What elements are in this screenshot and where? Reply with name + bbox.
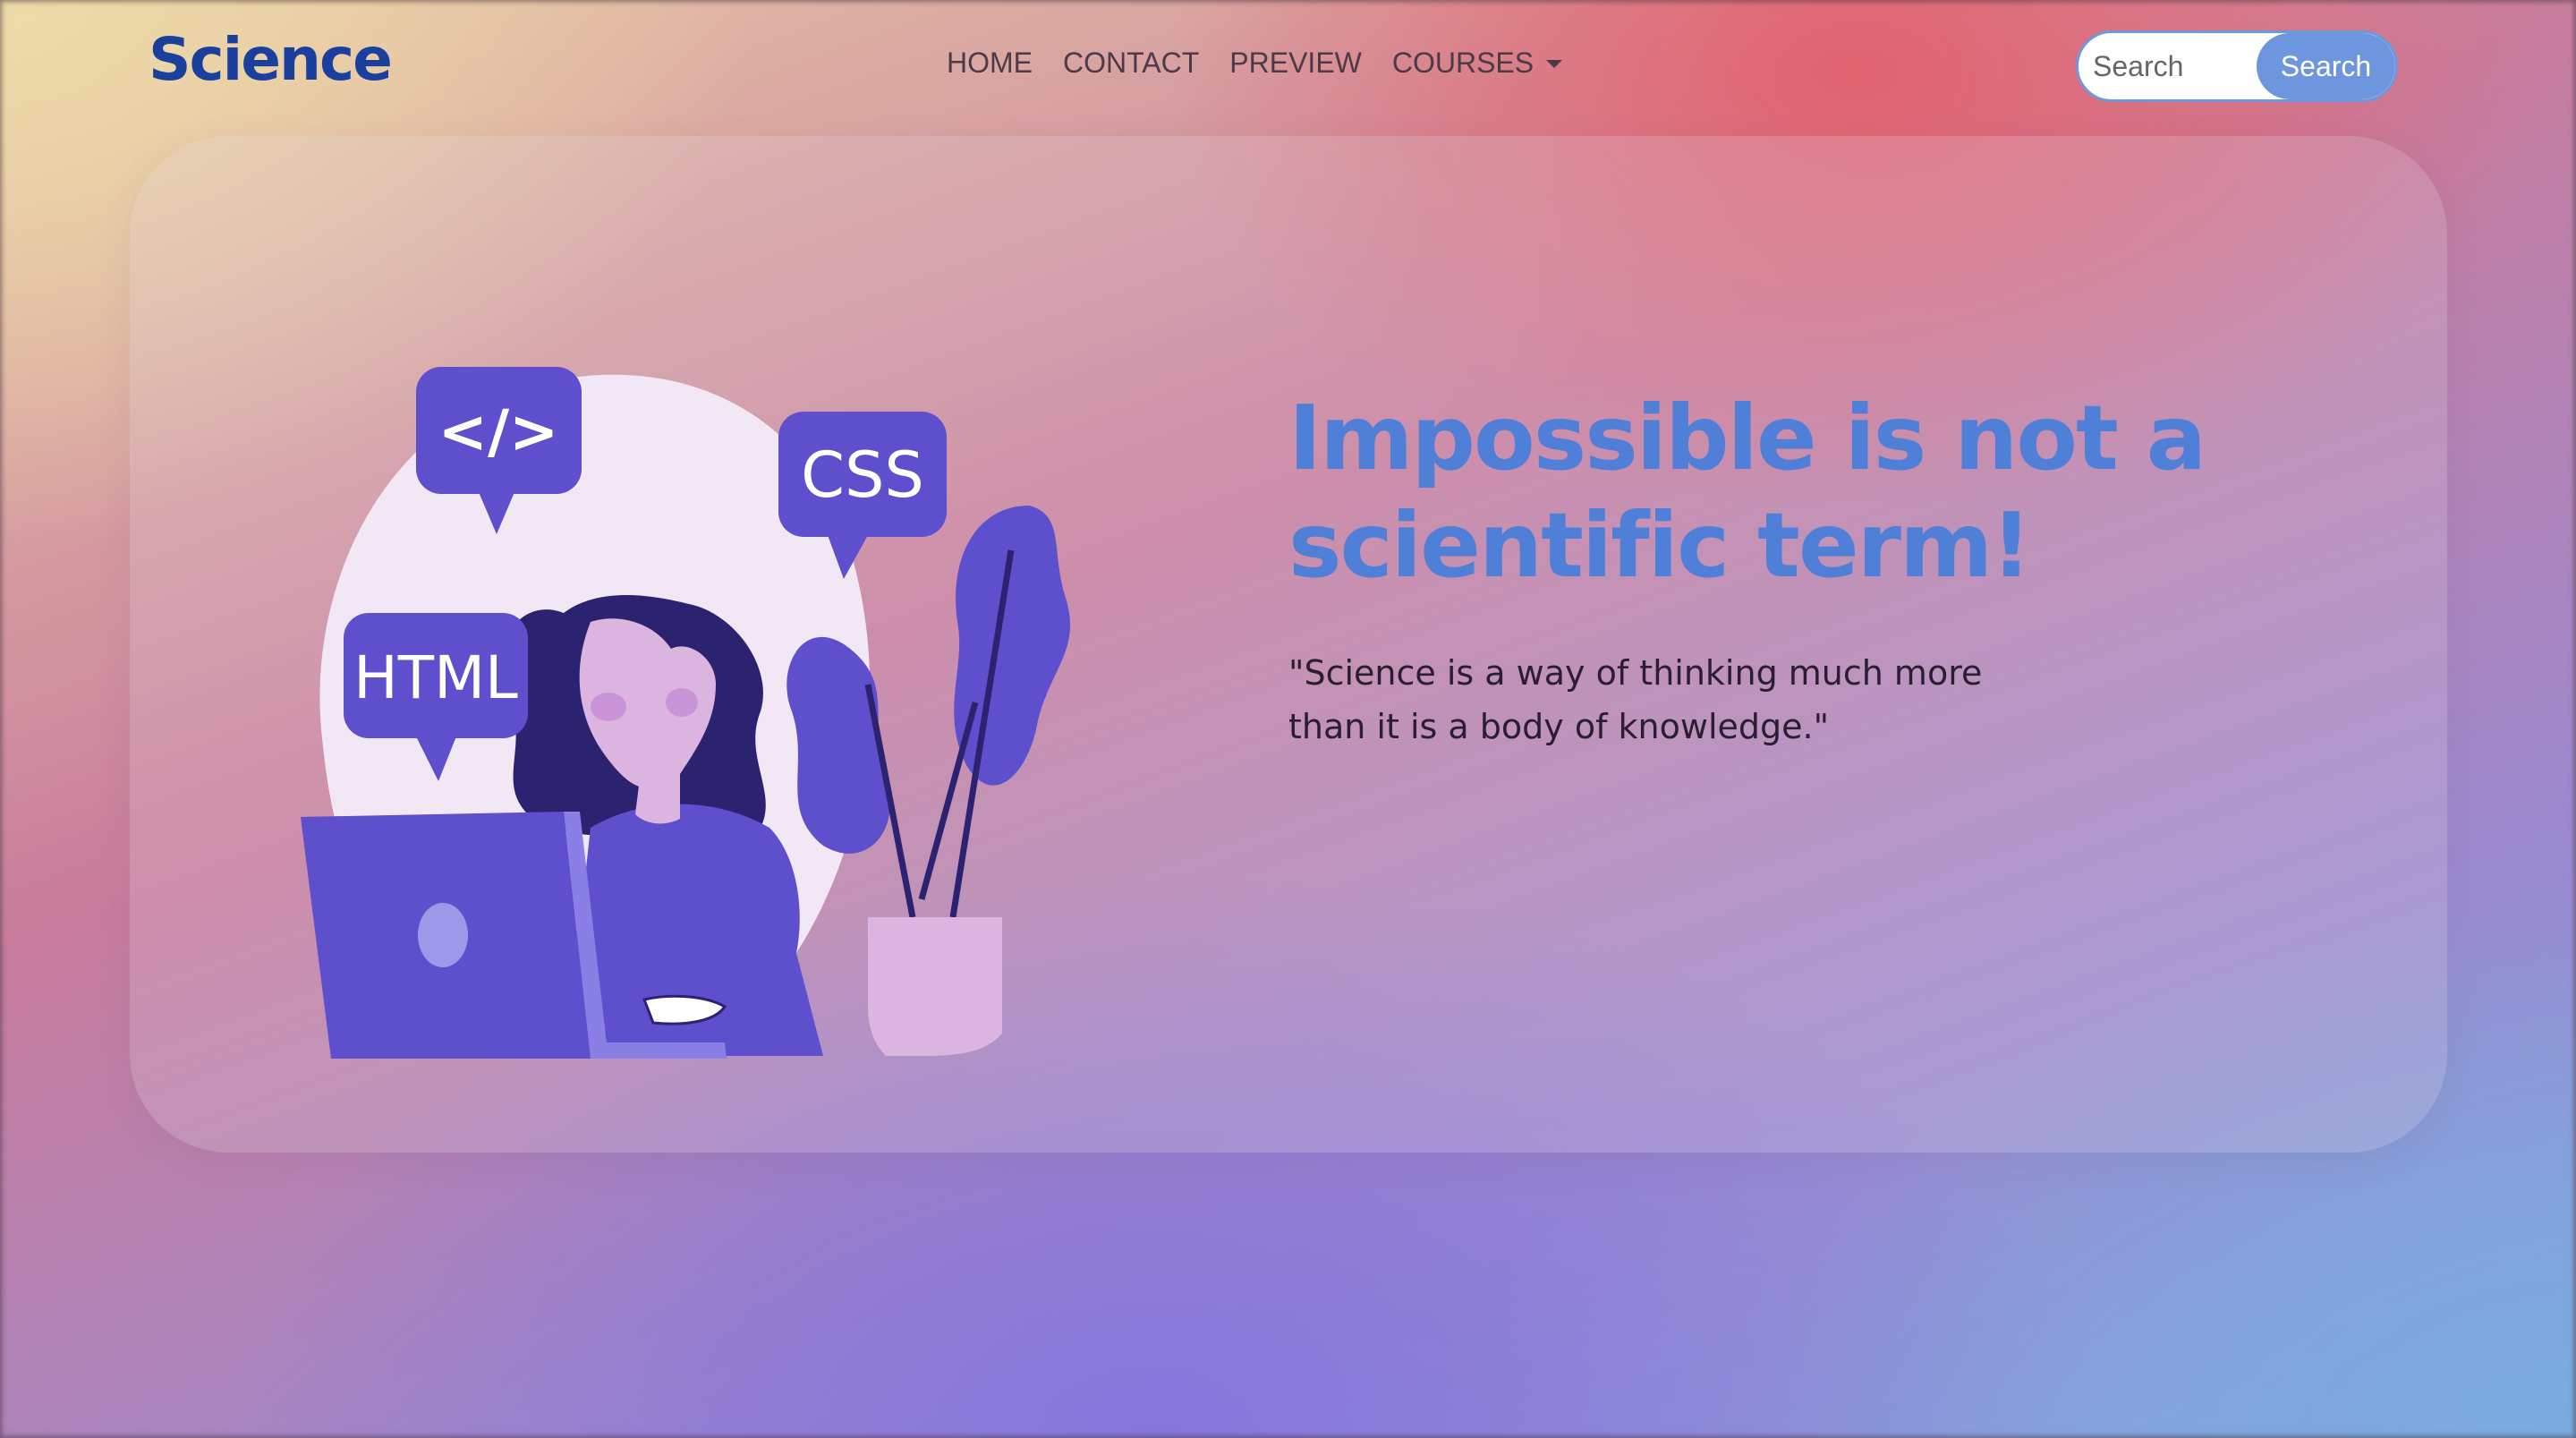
plant-pot	[868, 917, 1002, 1056]
html-bubble-text: HTML	[353, 643, 518, 712]
laptop-logo	[418, 903, 468, 967]
brand-logo[interactable]: Science	[149, 25, 393, 94]
person-cheek	[666, 688, 698, 717]
search-button[interactable]: Search	[2257, 33, 2395, 99]
hero-quote: "Science is a way of thinking much more …	[1288, 653, 1983, 746]
caret-down-icon	[1546, 60, 1563, 68]
developer-illustration: </> CSS HTML	[301, 367, 1071, 1059]
navbar: Science HOME CONTACT PREVIEW COURSES Sea…	[0, 0, 2576, 134]
search-input[interactable]	[2079, 33, 2257, 99]
nav-item-courses-dropdown[interactable]: COURSES	[1391, 47, 1563, 80]
person-neck	[635, 772, 680, 824]
css-bubble-text: CSS	[801, 438, 924, 512]
laptop-keyboard	[591, 1042, 727, 1059]
code-bubble-text: </>	[438, 397, 559, 466]
nav-item-courses-label: COURSES	[1391, 47, 1535, 79]
nav-item-home[interactable]: HOME	[947, 47, 1033, 80]
nav-item-contact[interactable]: CONTACT	[1063, 47, 1199, 80]
search-form: Search	[2076, 30, 2398, 102]
nav-item-preview[interactable]: PREVIEW	[1229, 47, 1362, 80]
person-cheek	[591, 693, 626, 721]
plant-leaf-right	[954, 506, 1071, 786]
hero-headline: Impossible is not a scientific term!	[1288, 386, 2206, 598]
nav-menu: HOME CONTACT PREVIEW COURSES	[947, 47, 1563, 80]
